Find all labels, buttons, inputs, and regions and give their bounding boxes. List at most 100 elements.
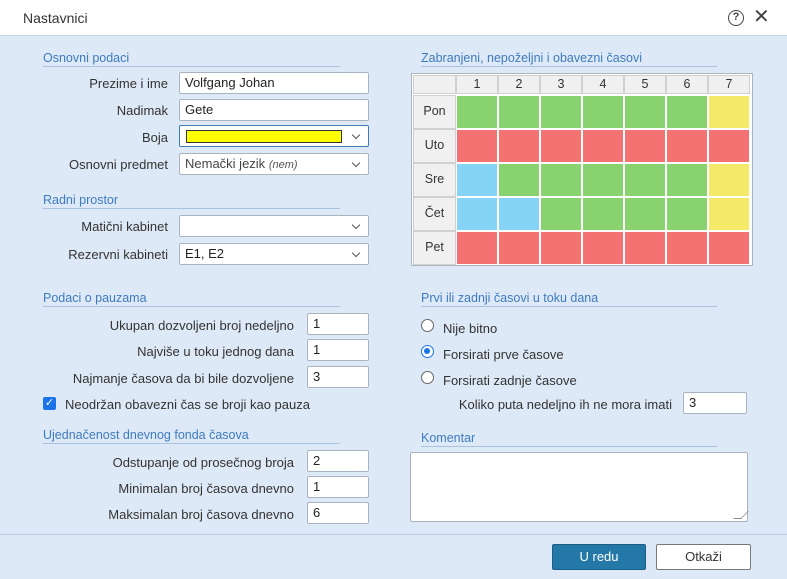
radio-force-first-label: Forsirati prve časove	[443, 347, 564, 362]
schedule-cell[interactable]	[624, 197, 666, 231]
schedule-cell[interactable]	[708, 95, 750, 129]
nickname-input[interactable]: Gete	[179, 99, 369, 121]
comment-textarea[interactable]	[410, 452, 748, 522]
max-daily-label: Maksimalan broj časova dnevno	[108, 507, 294, 522]
color-swatch	[186, 130, 342, 143]
breaks-checkbox[interactable]: ✓	[43, 397, 56, 410]
schedule-grid: 1 2 3 4 5 6 7 Pon Uto Sre Čet Pet	[411, 73, 753, 266]
cancel-button[interactable]: Otkaži	[656, 544, 751, 570]
schedule-cell[interactable]	[582, 95, 624, 129]
color-select[interactable]	[179, 125, 369, 147]
schedule-cell[interactable]	[456, 129, 498, 163]
schedule-cell[interactable]	[582, 197, 624, 231]
color-label: Boja	[141, 130, 168, 145]
deviation-input[interactable]: 2	[307, 450, 369, 472]
section-workspace-heading: Radni prostor	[43, 193, 340, 209]
schedule-cell[interactable]	[498, 231, 540, 265]
period-header[interactable]: 5	[624, 75, 666, 94]
section-basic-heading: Osnovni podaci	[43, 51, 340, 67]
radio-force-first[interactable]	[421, 345, 434, 358]
period-header[interactable]: 6	[666, 75, 708, 94]
deviation-label: Odstupanje od prosečnog broja	[112, 455, 294, 470]
schedule-cell[interactable]	[498, 95, 540, 129]
subject-select[interactable]: Nemački jezik (nem)	[179, 153, 369, 175]
schedule-cell[interactable]	[708, 231, 750, 265]
section-comment-heading: Komentar	[421, 431, 717, 447]
schedule-cell[interactable]	[456, 95, 498, 129]
min-daily-input[interactable]: 1	[307, 476, 369, 498]
day-header[interactable]: Čet	[413, 197, 456, 231]
day-header[interactable]: Pet	[413, 231, 456, 265]
period-header[interactable]: 1	[456, 75, 498, 94]
breaks-weekly-input[interactable]: 1	[307, 313, 369, 335]
schedule-cell[interactable]	[540, 129, 582, 163]
schedule-cell[interactable]	[666, 231, 708, 265]
radio-force-last-label: Forsirati zadnje časove	[443, 373, 577, 388]
schedule-cell[interactable]	[708, 129, 750, 163]
section-breaks-heading: Podaci o pauzama	[43, 291, 340, 307]
schedule-cell[interactable]	[456, 231, 498, 265]
day-header[interactable]: Pon	[413, 95, 456, 129]
schedule-cell[interactable]	[582, 231, 624, 265]
day-header[interactable]: Sre	[413, 163, 456, 197]
schedule-cell[interactable]	[624, 129, 666, 163]
subject-abbr: (nem)	[268, 159, 298, 171]
breaks-min-input[interactable]: 3	[307, 366, 369, 388]
name-input[interactable]: Volfgang Johan	[179, 72, 369, 94]
name-label: Prezime i ime	[89, 76, 168, 91]
schedule-cell[interactable]	[624, 163, 666, 197]
home-cabinet-label: Matični kabinet	[81, 219, 168, 234]
schedule-cell[interactable]	[666, 163, 708, 197]
breaks-daily-input[interactable]: 1	[307, 339, 369, 361]
subject-value: Nemački jezik	[185, 156, 266, 171]
reserve-cabinets-select[interactable]: E1, E2	[179, 243, 369, 265]
period-header[interactable]: 3	[540, 75, 582, 94]
section-balance-heading: Ujednačenost dnevnog fonda časova	[43, 428, 340, 444]
period-header[interactable]: 4	[582, 75, 624, 94]
period-header[interactable]: 2	[498, 75, 540, 94]
max-daily-input[interactable]: 6	[307, 502, 369, 524]
nickname-label: Nadimak	[116, 103, 168, 118]
section-schedule-heading: Zabranjeni, nepoželjni i obavezni časovi	[421, 51, 717, 67]
schedule-cell[interactable]	[624, 95, 666, 129]
title-bar: Nastavnici ? ✕	[0, 0, 787, 36]
schedule-cell[interactable]	[498, 197, 540, 231]
schedule-cell[interactable]	[582, 129, 624, 163]
schedule-cell[interactable]	[624, 231, 666, 265]
schedule-cell[interactable]	[540, 231, 582, 265]
times-per-week-input[interactable]: 3	[683, 392, 747, 414]
home-cabinet-select[interactable]	[179, 215, 369, 237]
radio-not-important-label: Nije bitno	[443, 321, 498, 336]
schedule-cell[interactable]	[666, 129, 708, 163]
schedule-cell[interactable]	[540, 197, 582, 231]
period-header[interactable]: 7	[708, 75, 750, 94]
schedule-cell[interactable]	[456, 163, 498, 197]
breaks-checkbox-label: Neodržan obavezni čas se broji kao pauza	[65, 397, 310, 412]
schedule-cell[interactable]	[666, 197, 708, 231]
breaks-weekly-label: Ukupan dozvoljeni broj nedeljno	[109, 318, 294, 333]
schedule-cell[interactable]	[498, 129, 540, 163]
schedule-cell[interactable]	[708, 163, 750, 197]
schedule-cell[interactable]	[456, 197, 498, 231]
dialog-title: Nastavnici	[23, 10, 88, 26]
subject-label: Osnovni predmet	[69, 157, 168, 172]
schedule-cell[interactable]	[666, 95, 708, 129]
ok-button[interactable]: U redu	[552, 544, 646, 570]
schedule-cell[interactable]	[498, 163, 540, 197]
help-icon[interactable]: ?	[728, 10, 744, 26]
schedule-cell[interactable]	[540, 95, 582, 129]
schedule-cell[interactable]	[540, 163, 582, 197]
day-header[interactable]: Uto	[413, 129, 456, 163]
breaks-min-label: Najmanje časova da bi bile dozvoljene	[72, 371, 294, 386]
grid-corner	[413, 75, 456, 94]
reserve-cabinets-value: E1, E2	[185, 246, 225, 261]
breaks-daily-label: Najviše u toku jednog dana	[137, 344, 294, 359]
section-first-last-heading: Prvi ili zadnji časovi u toku dana	[421, 291, 717, 307]
radio-force-last[interactable]	[421, 371, 434, 384]
close-icon[interactable]: ✕	[753, 7, 770, 27]
schedule-cell[interactable]	[582, 163, 624, 197]
schedule-cell[interactable]	[708, 197, 750, 231]
radio-not-important[interactable]	[421, 319, 434, 332]
reserve-cabinets-label: Rezervni kabineti	[68, 247, 168, 262]
min-daily-label: Minimalan broj časova dnevno	[118, 481, 294, 496]
